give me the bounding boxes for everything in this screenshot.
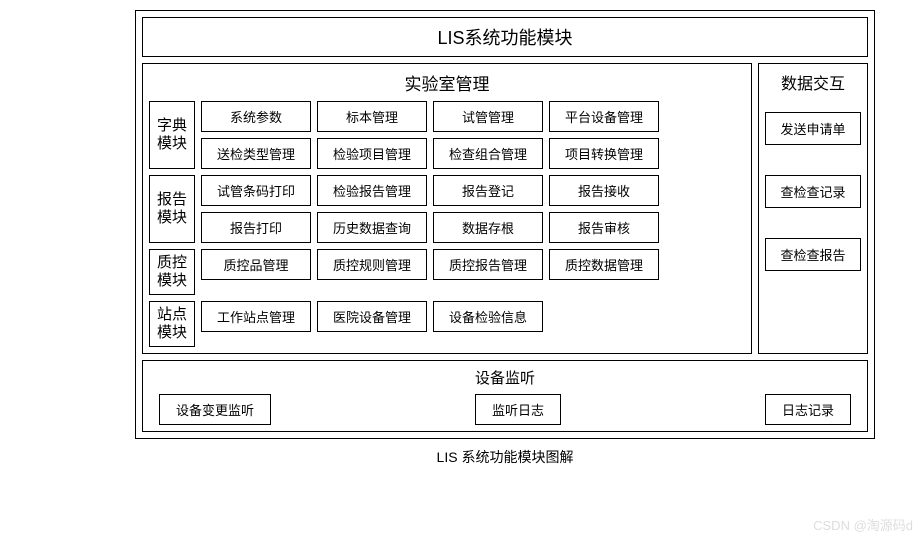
item-box: 标本管理 [317,101,427,132]
module-label-site: 站点模块 [149,301,195,347]
side-item: 查检查报告 [765,238,861,271]
module-report: 报告模块 试管条码打印 检验报告管理 报告登记 报告接收 报告打印 历史数据查询… [149,175,745,243]
item-box: 报告接收 [549,175,659,206]
watermark: CSDN @淘源码d [813,515,913,534]
module-items: 工作站点管理 医院设备管理 设备检验信息 [201,301,745,347]
module-label-qc: 质控模块 [149,249,195,295]
item-box: 检验项目管理 [317,138,427,169]
side-item: 发送申请单 [765,112,861,145]
side-item: 查检查记录 [765,175,861,208]
side-items: 发送申请单 查检查记录 查检查报告 [765,104,861,347]
item-box: 报告审核 [549,212,659,243]
item-box: 质控品管理 [201,249,311,280]
item-box: 质控数据管理 [549,249,659,280]
item-box: 系统参数 [201,101,311,132]
item-box: 医院设备管理 [317,301,427,332]
item-box: 试管条码打印 [201,175,311,206]
module-label-report: 报告模块 [149,175,195,243]
module-items: 试管条码打印 检验报告管理 报告登记 报告接收 报告打印 历史数据查询 数据存根… [201,175,745,243]
item-box: 工作站点管理 [201,301,311,332]
item-box: 平台设备管理 [549,101,659,132]
item-box: 质控规则管理 [317,249,427,280]
diagram-container: LIS系统功能模块 实验室管理 字典模块 系统参数 标本管理 试管管理 平台设备… [135,10,875,439]
lab-management-section: 实验室管理 字典模块 系统参数 标本管理 试管管理 平台设备管理 送检类型管理 … [142,63,752,354]
lab-section-title: 实验室管理 [149,70,745,95]
item-box: 设备检验信息 [433,301,543,332]
bottom-item: 监听日志 [475,394,561,425]
module-qc: 质控模块 质控品管理 质控规则管理 质控报告管理 质控数据管理 [149,249,745,295]
item-box: 数据存根 [433,212,543,243]
diagram-caption: LIS 系统功能模块图解 [135,447,875,467]
bottom-title: 设备监听 [149,367,861,388]
item-box: 检验报告管理 [317,175,427,206]
item-box: 送检类型管理 [201,138,311,169]
item-box: 报告打印 [201,212,311,243]
bottom-item: 日志记录 [765,394,851,425]
diagram-title: LIS系统功能模块 [142,17,868,57]
module-dictionary: 字典模块 系统参数 标本管理 试管管理 平台设备管理 送检类型管理 检验项目管理… [149,101,745,169]
item-box: 试管管理 [433,101,543,132]
module-site: 站点模块 工作站点管理 医院设备管理 设备检验信息 [149,301,745,347]
item-box: 报告登记 [433,175,543,206]
bottom-row: 设备变更监听 监听日志 日志记录 [149,394,861,425]
data-exchange-section: 数据交互 发送申请单 查检查记录 查检查报告 [758,63,868,354]
module-items: 质控品管理 质控规则管理 质控报告管理 质控数据管理 [201,249,745,295]
main-row: 实验室管理 字典模块 系统参数 标本管理 试管管理 平台设备管理 送检类型管理 … [142,63,868,354]
bottom-item: 设备变更监听 [159,394,271,425]
item-box: 质控报告管理 [433,249,543,280]
item-box: 项目转换管理 [549,138,659,169]
item-box: 历史数据查询 [317,212,427,243]
module-label-dictionary: 字典模块 [149,101,195,169]
module-items: 系统参数 标本管理 试管管理 平台设备管理 送检类型管理 检验项目管理 检查组合… [201,101,745,169]
side-title: 数据交互 [765,70,861,94]
device-monitor-section: 设备监听 设备变更监听 监听日志 日志记录 [142,360,868,432]
item-box: 检查组合管理 [433,138,543,169]
